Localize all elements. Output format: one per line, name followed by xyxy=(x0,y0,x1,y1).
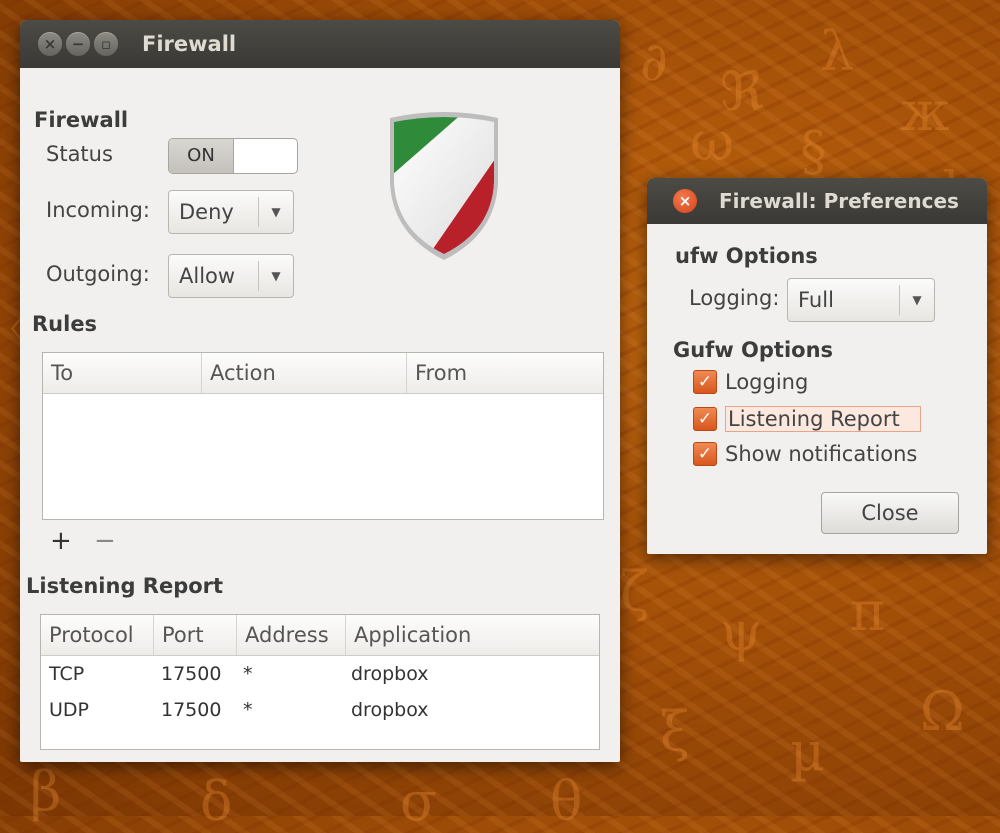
incoming-label: Incoming: xyxy=(46,198,150,222)
status-label: Status xyxy=(46,142,113,166)
chevron-down-icon: ▼ xyxy=(899,285,934,315)
notifications-option-label: Show notifications xyxy=(725,442,918,466)
logging-level-value: Full xyxy=(798,288,834,312)
window-title: Firewall xyxy=(142,32,237,56)
column-address[interactable]: Address xyxy=(237,615,346,655)
cell-protocol: UDP xyxy=(49,699,89,721)
incoming-select[interactable]: Deny ▼ xyxy=(168,190,294,234)
status-toggle-value: ON xyxy=(169,139,234,173)
cell-protocol: TCP xyxy=(49,663,85,685)
column-port[interactable]: Port xyxy=(154,615,237,655)
chevron-down-icon: ▼ xyxy=(258,197,293,227)
cell-port: 17500 xyxy=(161,663,222,685)
incoming-value: Deny xyxy=(179,200,234,224)
firewall-window: × − ▫ Firewall Firewall Status ON Incomi… xyxy=(20,20,620,762)
rules-heading: Rules xyxy=(32,312,98,336)
checkbox-checked-icon[interactable]: ✓ xyxy=(693,407,717,431)
minimize-icon[interactable]: − xyxy=(66,32,90,56)
column-protocol[interactable]: Protocol xyxy=(41,615,154,655)
cell-address: * xyxy=(243,699,253,721)
column-from[interactable]: From xyxy=(407,353,603,393)
close-button[interactable]: Close xyxy=(821,492,959,534)
close-icon[interactable]: × xyxy=(38,32,62,56)
outgoing-label: Outgoing: xyxy=(46,262,150,286)
cell-application: dropbox xyxy=(351,663,429,685)
close-icon[interactable]: × xyxy=(673,189,697,213)
notifications-checkbox-row[interactable]: ✓ Show notifications xyxy=(693,442,917,466)
ufw-options-heading: ufw Options xyxy=(675,244,818,268)
logging-option-label: Logging xyxy=(725,370,809,394)
listening-report-heading: Listening Report xyxy=(26,574,224,598)
remove-rule-button[interactable]: − xyxy=(94,526,116,556)
status-toggle[interactable]: ON xyxy=(168,138,298,174)
table-row[interactable]: UDP 17500 * dropbox xyxy=(41,692,599,728)
maximize-icon[interactable]: ▫ xyxy=(94,32,118,56)
checkbox-checked-icon[interactable]: ✓ xyxy=(693,442,717,466)
rules-table[interactable]: To Action From xyxy=(42,352,604,520)
outgoing-select[interactable]: Allow ▼ xyxy=(168,254,294,298)
chevron-down-icon: ▼ xyxy=(258,261,293,291)
shield-icon xyxy=(390,112,498,260)
listening-report-checkbox-row[interactable]: ✓ Listening Report xyxy=(693,406,921,432)
listening-report-option-label: Listening Report xyxy=(725,406,921,432)
table-row[interactable]: TCP 17500 * dropbox xyxy=(41,656,599,692)
column-action[interactable]: Action xyxy=(202,353,407,393)
logging-level-label: Logging: xyxy=(689,286,780,310)
titlebar[interactable]: × − ▫ Firewall xyxy=(20,20,620,68)
gufw-options-heading: Gufw Options xyxy=(673,338,834,362)
column-to[interactable]: To xyxy=(43,353,202,393)
preferences-window: × Firewall: Preferences ufw Options Logg… xyxy=(647,178,987,554)
cell-application: dropbox xyxy=(351,699,429,721)
add-rule-button[interactable]: + xyxy=(50,526,72,556)
checkbox-checked-icon[interactable]: ✓ xyxy=(693,370,717,394)
section-firewall-heading: Firewall xyxy=(34,108,129,132)
column-application[interactable]: Application xyxy=(346,615,599,655)
pref-titlebar[interactable]: × Firewall: Preferences xyxy=(647,178,987,224)
cell-port: 17500 xyxy=(161,699,222,721)
logging-level-select[interactable]: Full ▼ xyxy=(787,278,935,322)
listening-report-table[interactable]: Protocol Port Address Application TCP 17… xyxy=(40,614,600,750)
pref-window-title: Firewall: Preferences xyxy=(719,189,959,213)
outgoing-value: Allow xyxy=(179,264,236,288)
cell-address: * xyxy=(243,663,253,685)
logging-checkbox-row[interactable]: ✓ Logging xyxy=(693,370,808,394)
